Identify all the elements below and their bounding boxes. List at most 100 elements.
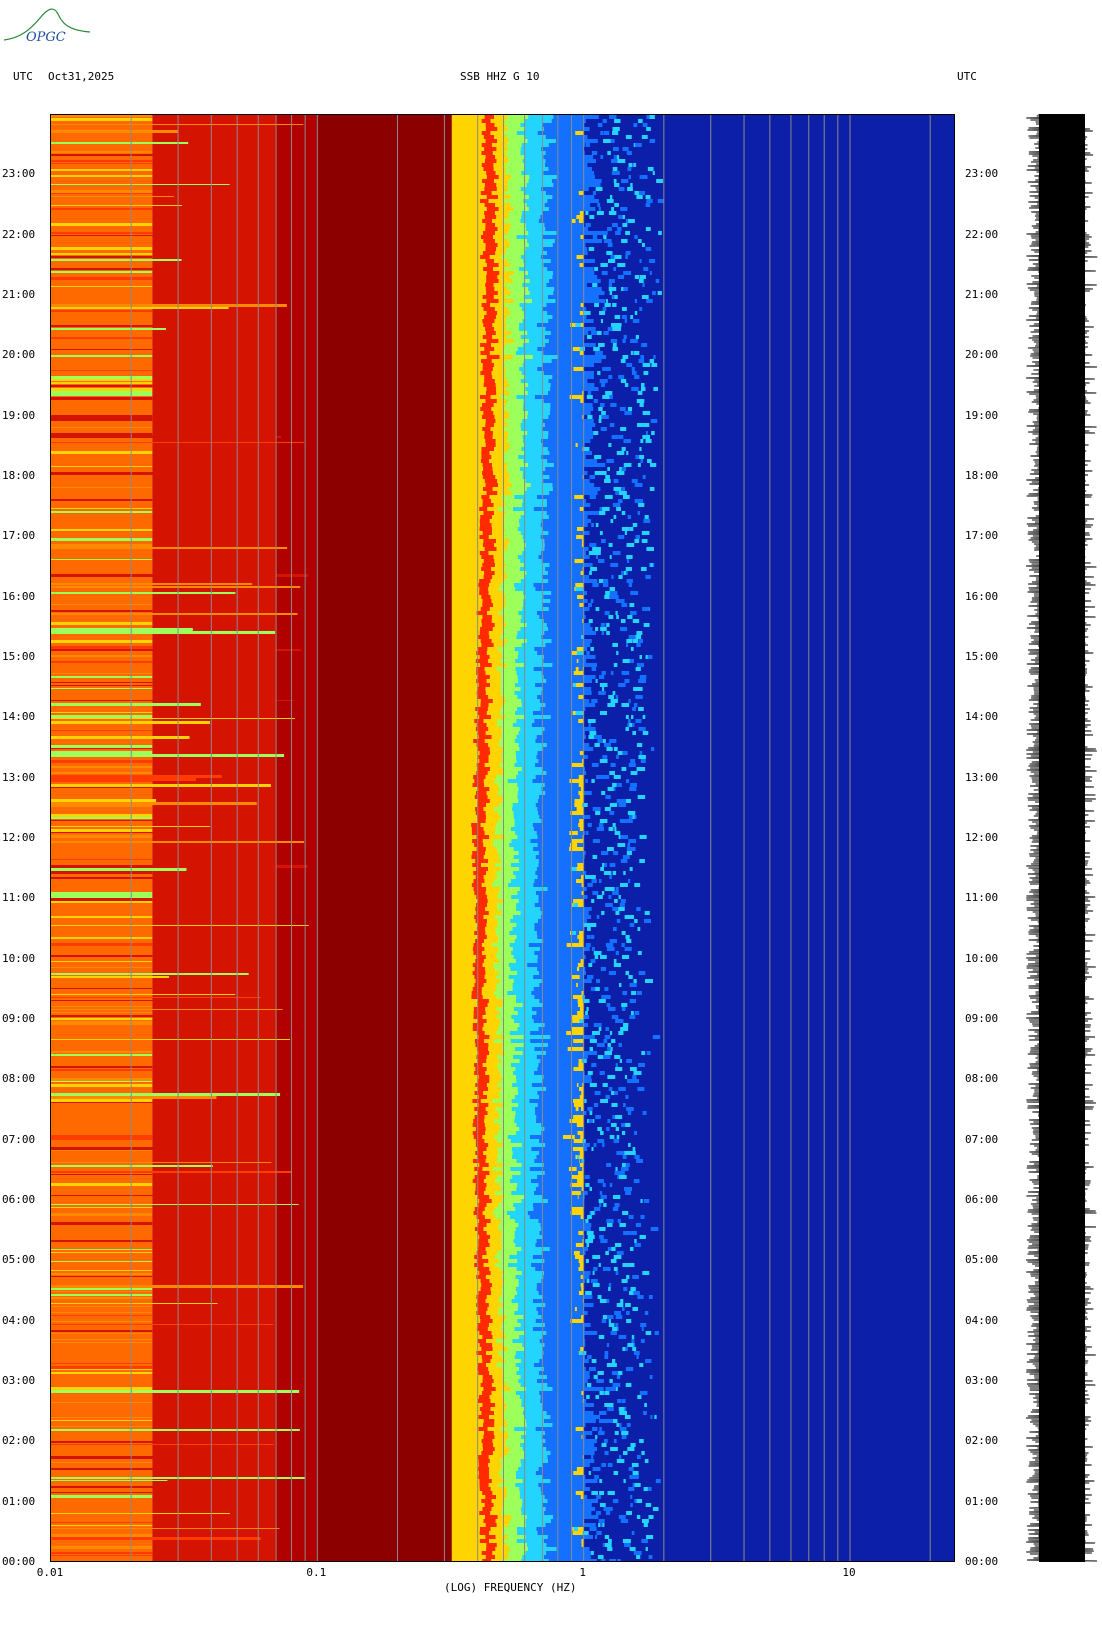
speckle-cell	[597, 123, 603, 127]
transition-cell	[489, 1467, 501, 1471]
transition-cell	[538, 1219, 585, 1223]
transition-cell	[507, 487, 527, 491]
transition-cell	[484, 1123, 499, 1127]
transition-cell	[504, 1319, 518, 1323]
transition-cell	[534, 879, 577, 883]
transition-cell	[537, 131, 576, 135]
transition-cell	[477, 923, 487, 927]
transition-cell	[550, 383, 595, 387]
lowfreq-streak	[51, 268, 235, 270]
transition-cell	[491, 1499, 504, 1503]
speckle-cell	[627, 1151, 636, 1155]
transition-cell	[523, 603, 543, 607]
transition-cell	[507, 379, 521, 383]
transition-cell	[484, 739, 500, 743]
speckle-cell	[636, 767, 644, 771]
transition-cell	[542, 1295, 593, 1299]
speckle-cell	[628, 699, 631, 703]
transition-cell	[482, 1379, 494, 1383]
speckle-cell	[600, 263, 608, 267]
y-tick-right: 13:00	[965, 770, 999, 784]
speckle-cell	[625, 1191, 632, 1195]
transition-cell	[511, 1191, 534, 1195]
transition-cell	[542, 767, 585, 771]
transition-cell	[518, 859, 539, 863]
transition-cell	[474, 1167, 483, 1171]
transition-cell	[492, 323, 507, 327]
transition-cell	[505, 1419, 526, 1423]
speckle-cell	[634, 1131, 637, 1135]
speckle-cell	[649, 359, 655, 363]
transition-cell	[506, 399, 524, 403]
speckle-cell	[641, 175, 648, 179]
transition-cell	[503, 1379, 519, 1383]
transition-cell	[526, 487, 553, 491]
transition-cell	[481, 595, 491, 599]
transition-cell	[548, 339, 584, 343]
speckle-cell	[642, 607, 650, 611]
speckle-cell	[621, 447, 626, 451]
transition-cell	[556, 231, 608, 235]
transition-cell	[481, 1451, 493, 1455]
lowfreq-streak	[51, 286, 153, 287]
speckle-cell	[590, 1211, 595, 1215]
speckle-cell	[638, 1063, 645, 1067]
speckle-cell	[584, 1495, 588, 1499]
transition-cell	[541, 187, 589, 191]
transition-cell	[542, 1235, 585, 1239]
transition-cell	[491, 143, 507, 147]
transition-cell	[500, 1079, 517, 1083]
transition-cell	[484, 967, 495, 971]
y-tick-left: 13:00	[2, 770, 36, 784]
transition-cell	[482, 1447, 495, 1451]
transition-cell	[496, 159, 509, 163]
speckle-cell	[614, 315, 621, 319]
transition-cell	[498, 339, 514, 343]
transition-cell	[486, 679, 501, 683]
speckle-cell	[588, 1119, 593, 1123]
speckle-cell	[612, 127, 617, 131]
speckle-cell	[605, 943, 614, 947]
transition-cell	[517, 1091, 538, 1095]
transition-cell	[481, 1439, 493, 1443]
speckle-cell	[634, 539, 640, 543]
lowfreq-streak	[51, 1213, 153, 1216]
transition-cell	[523, 563, 550, 567]
transition-cell	[504, 1503, 522, 1507]
speckle-cell	[626, 579, 633, 583]
speckle-cell	[645, 431, 648, 435]
transition-cell	[527, 139, 557, 143]
transition-cell	[495, 1339, 513, 1343]
transition-cell	[504, 499, 523, 503]
speckle-cell	[611, 1123, 617, 1127]
transition-cell	[488, 755, 502, 759]
speckle-cell	[613, 959, 617, 963]
transition-cell	[507, 779, 533, 783]
transition-cell	[500, 583, 515, 587]
x-tick: 0.1	[306, 1566, 327, 1579]
transition-cell	[474, 975, 485, 979]
transition-cell	[550, 259, 595, 263]
speckle-cell	[651, 747, 655, 751]
speckle-cell	[586, 935, 591, 939]
transition-cell	[523, 199, 548, 203]
transition-cell	[486, 195, 499, 199]
transition-cell	[502, 551, 523, 555]
speckle-cell	[633, 979, 637, 983]
transition-cell	[484, 571, 495, 575]
transition-cell	[506, 1495, 520, 1499]
transition-cell	[482, 179, 495, 183]
speckle-cell	[639, 307, 643, 311]
speckle-cell	[613, 267, 617, 271]
transition-cell	[486, 263, 499, 267]
speckle-cell	[609, 1363, 617, 1367]
speckle-cell	[638, 239, 642, 243]
speckle-cell	[622, 751, 628, 755]
speckle-cell	[618, 1335, 627, 1339]
transition-cell	[489, 1051, 505, 1055]
transition-cell	[538, 1027, 572, 1031]
transition-cell	[492, 1283, 503, 1287]
speckle-cell	[635, 455, 640, 459]
speckle-cell	[590, 935, 595, 939]
transition-cell	[498, 611, 519, 615]
